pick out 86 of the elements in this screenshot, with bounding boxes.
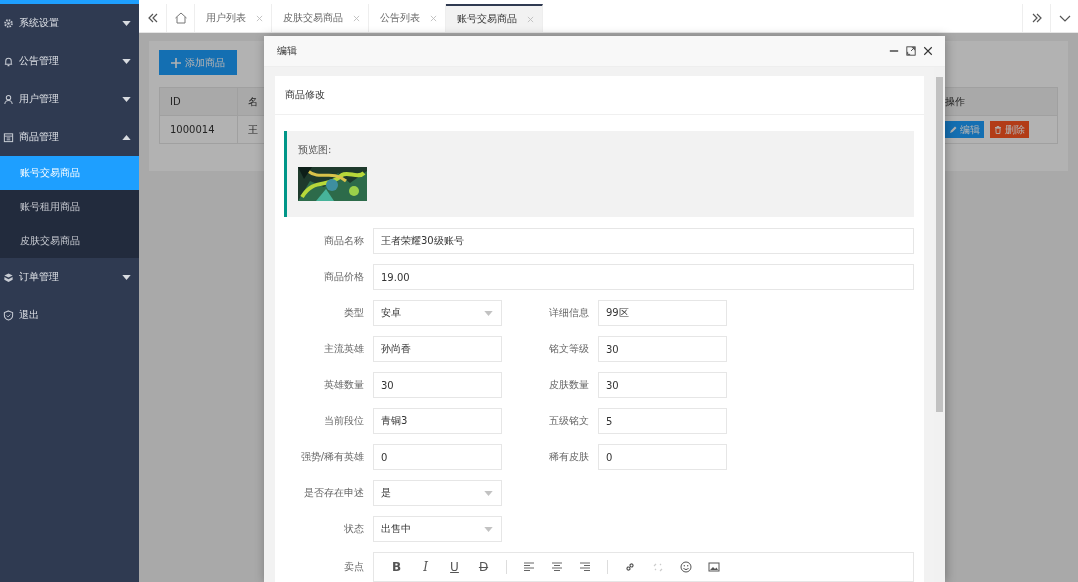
field-label: 是否存在申述 bbox=[303, 486, 365, 500]
align-right-icon[interactable] bbox=[579, 561, 591, 573]
link-icon[interactable] bbox=[624, 561, 636, 573]
sidebar-subitem[interactable]: 账号租用商品 bbox=[0, 190, 139, 224]
user-icon bbox=[3, 93, 14, 105]
caret-icon bbox=[484, 526, 493, 532]
input-field[interactable]: 0 bbox=[373, 444, 502, 470]
box-icon bbox=[3, 271, 14, 283]
caret-icon bbox=[484, 490, 493, 496]
tab-label: 公告列表 bbox=[380, 11, 420, 25]
format-button[interactable]: I bbox=[411, 560, 440, 574]
sidebar-item[interactable]: 订单管理 bbox=[0, 258, 139, 296]
preview-label: 预览图: bbox=[298, 143, 333, 157]
input-field[interactable]: 青铜3 bbox=[373, 408, 502, 434]
tab[interactable]: 用户列表 bbox=[195, 4, 272, 32]
emoji-icon[interactable] bbox=[680, 561, 692, 573]
unlink-icon[interactable] bbox=[652, 561, 664, 573]
select-field[interactable]: 是 bbox=[373, 480, 502, 506]
double-chevron-right-icon bbox=[1030, 12, 1043, 24]
tab-label: 皮肤交易商品 bbox=[283, 11, 343, 25]
sidebar-item[interactable]: 公告管理 bbox=[0, 42, 139, 80]
input-field[interactable]: 5 bbox=[598, 408, 727, 434]
field-label: 商品名称 bbox=[323, 234, 365, 248]
caret-icon bbox=[122, 274, 131, 280]
field-label: 类型 bbox=[343, 306, 365, 320]
align-left-icon[interactable] bbox=[523, 561, 535, 573]
field-label: 英雄数量 bbox=[323, 378, 365, 392]
field-label: 铭文等级 bbox=[548, 342, 590, 356]
rich-text-editor[interactable]: B I U D bbox=[373, 552, 914, 582]
calendar-icon bbox=[3, 131, 14, 143]
input-field[interactable]: 王者荣耀30级账号 bbox=[373, 228, 914, 254]
image-icon[interactable] bbox=[708, 561, 720, 573]
table-cell: 1000014 bbox=[160, 116, 238, 143]
bell-icon bbox=[3, 55, 14, 67]
sidebar-item[interactable]: 用户管理 bbox=[0, 80, 139, 118]
sidebar-item[interactable]: 退出 bbox=[0, 296, 139, 334]
input-field[interactable]: 0 bbox=[598, 444, 727, 470]
caret-icon bbox=[122, 134, 131, 140]
dialog-title: 编辑 bbox=[277, 44, 298, 58]
format-button[interactable]: B bbox=[382, 560, 411, 574]
field-label: 当前段位 bbox=[323, 414, 365, 428]
format-button[interactable]: U bbox=[440, 560, 469, 574]
caret-icon bbox=[484, 310, 493, 316]
maximize-icon[interactable] bbox=[906, 46, 916, 56]
field-label: 强势/稀有英雄 bbox=[299, 450, 365, 464]
table-cell-text: 王 bbox=[247, 122, 259, 137]
sidebar-item[interactable]: 系统设置 bbox=[0, 4, 139, 42]
select-field[interactable]: 出售中 bbox=[373, 516, 502, 542]
input-field[interactable]: 30 bbox=[598, 336, 727, 362]
double-chevron-left-icon bbox=[146, 12, 159, 24]
align-center-icon[interactable] bbox=[551, 561, 563, 573]
column-header: ID bbox=[160, 88, 238, 115]
input-field[interactable]: 19.00 bbox=[373, 264, 914, 290]
input-field[interactable]: 99区 bbox=[598, 300, 727, 326]
column-header: 名 bbox=[247, 94, 259, 109]
select-field[interactable]: 安卓 bbox=[373, 300, 502, 326]
field-label: 五级铭文 bbox=[548, 414, 590, 428]
input-field[interactable]: 30 bbox=[373, 372, 502, 398]
close-icon[interactable] bbox=[923, 46, 933, 56]
field-label: 商品价格 bbox=[323, 270, 365, 284]
caret-icon bbox=[122, 96, 131, 102]
sidebar-item[interactable]: 商品管理 bbox=[0, 118, 139, 156]
field-label: 主流英雄 bbox=[323, 342, 365, 356]
tab[interactable]: 皮肤交易商品 bbox=[272, 4, 369, 32]
column-header: 操作 bbox=[944, 94, 966, 109]
field-label: 详细信息 bbox=[548, 306, 590, 320]
format-button[interactable]: D bbox=[469, 560, 498, 574]
tab-label: 用户列表 bbox=[206, 11, 246, 25]
trash-icon bbox=[994, 125, 1002, 134]
caret-icon bbox=[122, 58, 131, 64]
caret-icon bbox=[122, 20, 131, 26]
tab[interactable]: 账号交易商品 bbox=[446, 4, 543, 32]
plus-icon bbox=[171, 57, 181, 68]
home-icon bbox=[173, 11, 188, 25]
tab-label: 账号交易商品 bbox=[457, 12, 517, 26]
input-field[interactable]: 30 bbox=[598, 372, 727, 398]
field-label: 卖点 bbox=[343, 560, 365, 574]
field-label: 皮肤数量 bbox=[548, 378, 590, 392]
card-title: 商品修改 bbox=[275, 76, 924, 115]
shield-icon bbox=[3, 309, 14, 321]
input-field[interactable]: 孙尚香 bbox=[373, 336, 502, 362]
sidebar-subitem[interactable]: 皮肤交易商品 bbox=[0, 224, 139, 258]
pencil-icon bbox=[949, 125, 957, 134]
gear-icon bbox=[3, 17, 14, 29]
field-label: 稀有皮肤 bbox=[548, 450, 590, 464]
field-label: 状态 bbox=[343, 522, 365, 536]
